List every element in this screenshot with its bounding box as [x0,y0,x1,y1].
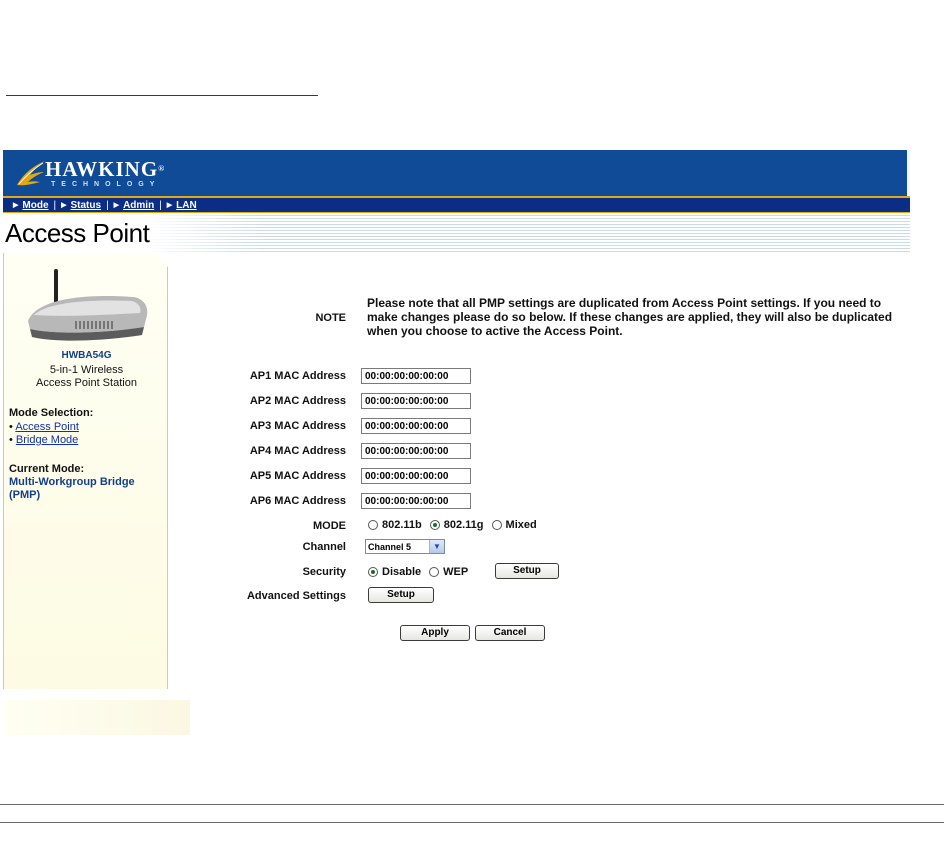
header-banner: HAWKING® TECHNOLOGY [3,150,910,196]
logo-wordmark: HAWKING® [45,157,166,181]
device-model: HWBA54G [61,350,112,361]
channel-select-value: Channel 5 [368,541,412,552]
ap1-mac-input[interactable] [361,368,471,384]
mode-mixed-label: Mixed [505,519,537,531]
nav-arrow-icon: ▶ [61,202,67,209]
ap3-mac-input[interactable] [361,418,471,434]
mode-80211g-label: 802.11g [443,519,484,531]
page-title: Access Point [5,218,150,248]
mode-mixed-radio[interactable] [491,520,502,530]
ap5-mac-input[interactable] [361,468,471,484]
nav-separator: | [159,199,162,211]
security-label: Security [302,566,346,578]
mode-80211b-radio[interactable] [368,520,378,530]
ap6-mac-input[interactable] [361,493,471,509]
security-disable-radio[interactable] [368,567,378,577]
nav-separator: | [106,199,109,211]
device-desc-line1: 5-in-1 Wireless [49,364,124,376]
advanced-settings-label: Advanced Settings [246,590,346,602]
header-edge [907,150,910,196]
top-link-underline [6,95,318,96]
ap4-mac-input[interactable] [361,443,471,459]
footer-divider-top [0,804,944,805]
nav-arrow-icon: ▶ [13,202,19,209]
sidebar-bottom-strip [3,700,190,735]
ap4-mac-label: AP4 MAC Address [249,445,346,457]
current-mode-label: Current Mode: [9,463,85,475]
ap2-mac-label: AP2 MAC Address [249,395,346,407]
mode-80211g-radio[interactable] [429,520,440,530]
router-admin-page: HAWKING® TECHNOLOGY ▶ Mode | ▶ Status | ▶ A… [3,150,910,735]
nav-separator: | [53,199,57,211]
mode-selection-label: Mode Selection: [9,407,94,419]
hawking-logo: HAWKING® TECHNOLOGY [13,157,165,191]
advanced-setup-button[interactable]: Setup [368,587,434,603]
current-mode-value: Multi-Workgroup Bridge (PMP) [9,476,135,501]
top-nav: ▶ Mode | ▶ Status | ▶ Admin | ▶ LAN [3,196,910,213]
footer-divider-bottom [0,822,944,823]
device-desc-line2: Access Point Station [36,377,137,389]
security-wep-radio[interactable] [429,567,440,577]
sidebar-link-access-point[interactable]: • Access Point [9,421,79,433]
note-text: Please note that all PMP settings are du… [367,296,893,338]
nav-item-mode[interactable]: ▶ Mode [13,200,49,211]
nav-item-lan[interactable]: ▶ LAN [167,200,197,211]
router-device-image [28,269,148,341]
security-setup-button[interactable]: Setup [495,563,559,579]
channel-label: Channel [302,541,346,553]
apply-button[interactable]: Apply [400,625,470,641]
ap6-mac-label: AP6 MAC Address [249,495,346,507]
device-description: 5-in-1 Wireless Access Point Station [4,364,169,390]
ap5-mac-label: AP5 MAC Address [249,470,346,482]
sidebar-link-bridge-mode[interactable]: • Bridge Mode [9,434,78,446]
note-label: NOTE [315,312,346,324]
logo-subtitle: TECHNOLOGY [51,181,161,188]
chevron-down-icon[interactable]: ▼ [429,540,444,553]
security-disable-label: Disable [382,566,422,578]
ap2-mac-input[interactable] [361,393,471,409]
channel-select[interactable]: Channel 5 ▼ [365,539,445,554]
security-wep-label: WEP [443,566,469,578]
hawk-wing-icon [17,161,45,186]
title-bar: Access Point [3,213,910,253]
sidebar-corner [154,253,168,267]
cancel-button[interactable]: Cancel [475,625,545,641]
sidebar: HWBA54G 5-in-1 Wireless Access Point Sta… [3,253,168,689]
mode-radio-group: 802.11b 802.11g Mixed [368,519,545,531]
mode-label: MODE [313,520,346,532]
mode-80211b-label: 802.11b [382,519,422,531]
ap3-mac-label: AP3 MAC Address [249,420,346,432]
nav-item-admin[interactable]: ▶ Admin [114,200,155,211]
access-point-link[interactable]: Access Point [15,421,79,433]
nav-arrow-icon: ▶ [113,202,120,209]
nav-arrow-icon: ▶ [166,202,173,209]
ap1-mac-label: AP1 MAC Address [249,370,346,382]
bridge-mode-link[interactable]: Bridge Mode [16,434,78,446]
security-radio-group: Disable WEP [368,566,476,578]
nav-item-status[interactable]: ▶ Status [61,200,101,211]
